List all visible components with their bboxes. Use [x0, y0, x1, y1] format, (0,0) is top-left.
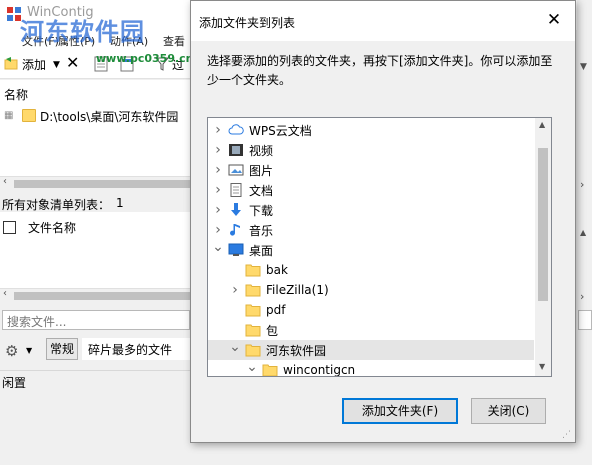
tree-item-label: 文档 — [249, 183, 274, 198]
scroll-up-icon[interactable]: ▲ — [539, 120, 545, 129]
list-item[interactable]: D:\tools\桌面\河东软件园 — [40, 108, 178, 125]
folder-icon — [245, 303, 261, 317]
folder-icon — [245, 343, 261, 357]
chevron-down-icon[interactable]: ⌄ — [229, 339, 241, 355]
right-scroll-arrow-icon-2[interactable]: › — [580, 290, 584, 303]
chevron-right-icon[interactable]: › — [229, 282, 241, 298]
menu-view[interactable]: 查看 — [163, 33, 185, 49]
tree-item-label: 河东软件园 — [266, 343, 327, 358]
tree-item-label: WPS云文档 — [249, 123, 312, 138]
tree-item-label: FileZilla(1) — [266, 283, 329, 297]
folder-icon — [245, 283, 261, 297]
status-text: 闲置 — [2, 376, 27, 390]
dialog-title: 添加文件夹到列表 — [199, 16, 296, 30]
chevron-down-icon[interactable]: ⌄ — [246, 359, 258, 375]
profile-select[interactable]: 碎片最多的文件 — [82, 338, 192, 360]
scroll-left-icon[interactable]: ‹ — [3, 176, 7, 187]
column-header-filename[interactable]: 文件名称 — [28, 219, 76, 236]
tree-vertical-scrollbar[interactable] — [535, 118, 551, 376]
tree-item[interactable]: › FileZilla(1) — [208, 280, 534, 300]
download-icon — [228, 203, 244, 217]
video-icon — [228, 143, 244, 157]
folder-icon — [262, 363, 278, 376]
tree-item-label: pdf — [266, 303, 286, 317]
tree-item[interactable]: bak — [208, 260, 534, 280]
remove-icon[interactable]: ✕ — [66, 53, 79, 72]
desktop-icon — [228, 243, 244, 257]
tree-item-label: 音乐 — [249, 223, 274, 238]
tree-item[interactable]: ⌄ 河东软件园 — [208, 339, 534, 360]
watermark-logo: 河东软件园 — [20, 18, 145, 46]
add-button[interactable]: 添加 — [22, 56, 46, 73]
folder-list — [0, 80, 192, 176]
tree-item[interactable]: › 音乐 — [208, 220, 534, 240]
tree-item[interactable]: ⌄ 桌面 — [208, 239, 534, 260]
search-input[interactable]: 搜索文件... — [2, 310, 190, 330]
tree-item-label: 包 — [266, 323, 279, 338]
horizontal-scrollbar[interactable] — [0, 176, 192, 191]
tree-item[interactable]: › 图片 — [208, 160, 534, 180]
tree-item-label: 桌面 — [249, 243, 274, 258]
tree-item[interactable]: ⌄ wincontigcn — [208, 359, 534, 377]
document-icon — [228, 183, 244, 197]
picture-icon — [228, 163, 244, 177]
add-dropdown-icon[interactable]: ▼ — [53, 60, 60, 70]
close-icon[interactable]: ✕ — [541, 7, 567, 33]
chevron-right-icon[interactable]: › — [212, 142, 224, 158]
grid-icon: ▦ — [4, 110, 14, 121]
tree-item[interactable]: › WPS云文档 — [208, 120, 534, 140]
horizontal-scrollbar-2[interactable] — [0, 288, 192, 303]
add-icon — [4, 57, 18, 70]
gear-dropdown-icon[interactable]: ▼ — [26, 346, 32, 355]
cloud-icon — [228, 123, 244, 137]
right-search-edge — [578, 310, 592, 330]
chevron-right-icon[interactable]: › — [212, 222, 224, 238]
tree-item-label: 图片 — [249, 163, 274, 178]
tree-item[interactable]: pdf — [208, 300, 534, 320]
chevron-down-icon[interactable]: ⌄ — [212, 239, 224, 255]
folder-icon — [22, 109, 36, 122]
music-icon — [228, 223, 244, 237]
folder-icon — [245, 263, 261, 277]
chevron-right-icon[interactable]: › — [212, 182, 224, 198]
tree-item[interactable]: › 视频 — [208, 140, 534, 160]
all-objects-label: 所有对象清单列表： — [2, 198, 111, 212]
chevron-right-icon[interactable]: › — [212, 122, 224, 138]
right-sort-icon[interactable]: ▲ — [580, 228, 586, 237]
all-objects-count: 1 — [116, 196, 124, 210]
folder-icon — [245, 323, 261, 337]
dialog-description: 选择要添加的列表的文件夹，再按下[添加文件夹]。你可以添加至少一个文件夹。 — [207, 54, 553, 87]
tree-item-label: 视频 — [249, 143, 274, 158]
tab-normal[interactable]: 常规 — [46, 338, 78, 360]
resize-grip-icon[interactable]: ⋰ — [562, 430, 572, 440]
close-button[interactable]: 关闭(C) — [471, 398, 546, 424]
chevron-right-icon[interactable]: › — [212, 162, 224, 178]
folder-tree: › WPS云文档 › 视频 › 图片 › 文档 › 下载 › 音乐 ⌄ 桌面 bak › FileZilla(1… — [207, 117, 552, 377]
watermark-url: www.pc0359.cn — [96, 52, 194, 65]
tree-item-label: 下载 — [249, 203, 274, 218]
tree-item[interactable]: › 下载 — [208, 200, 534, 220]
select-all-checkbox[interactable] — [3, 221, 16, 234]
tree-item-label: bak — [266, 263, 288, 277]
right-dropdown-icon[interactable]: ▼ — [580, 62, 587, 72]
tree-item-label: wincontigcn — [283, 363, 356, 377]
gear-icon[interactable]: ⚙ — [5, 342, 18, 360]
chevron-right-icon[interactable]: › — [212, 202, 224, 218]
scroll-down-icon[interactable]: ▼ — [539, 362, 545, 371]
status-bar — [0, 370, 192, 393]
right-scroll-arrow-icon[interactable]: › — [580, 178, 584, 191]
scroll-left-icon-2[interactable]: ‹ — [3, 288, 7, 299]
tree-item[interactable]: › 文档 — [208, 180, 534, 200]
add-folder-button[interactable]: 添加文件夹(F) — [342, 398, 458, 424]
tree-item[interactable]: 包 — [208, 320, 534, 340]
column-header-name[interactable]: 名称 — [4, 86, 28, 103]
